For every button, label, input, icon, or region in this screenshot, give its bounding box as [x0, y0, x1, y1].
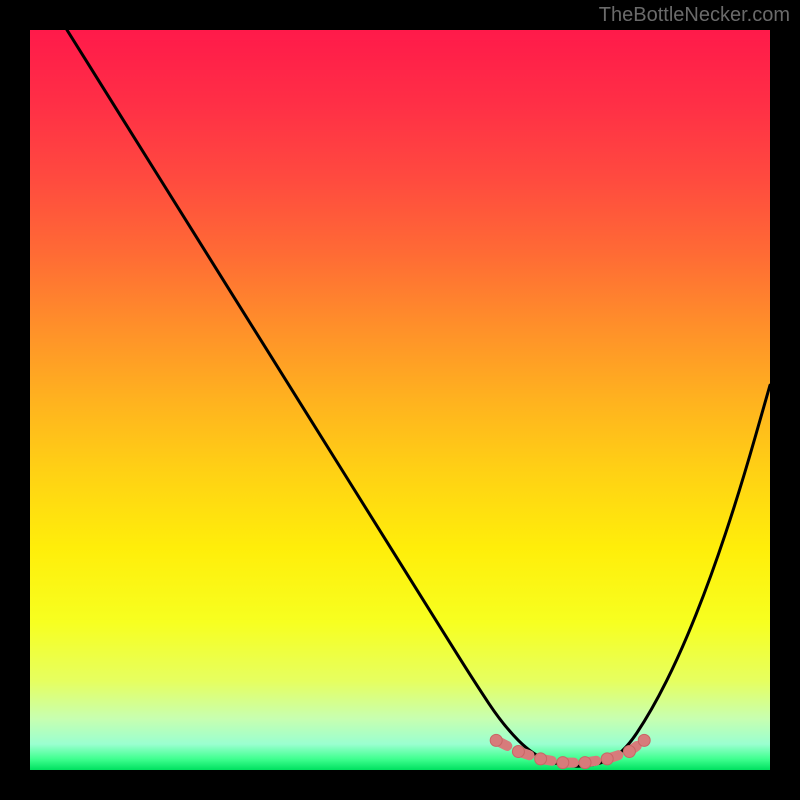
marker-dot [535, 753, 547, 765]
marker-dot [557, 757, 569, 769]
bottleneck-curve [67, 30, 770, 766]
marker-group [490, 734, 650, 768]
marker-dot [638, 734, 650, 746]
watermark-text: TheBottleNecker.com [599, 4, 790, 27]
marker-dot [512, 746, 524, 758]
marker-dot [623, 746, 635, 758]
plot-area [30, 30, 770, 770]
marker-dot [490, 734, 502, 746]
marker-dot [601, 753, 613, 765]
chart-container: TheBottleNecker.com [0, 0, 800, 800]
marker-dot [579, 757, 591, 769]
curve-layer [30, 30, 770, 770]
